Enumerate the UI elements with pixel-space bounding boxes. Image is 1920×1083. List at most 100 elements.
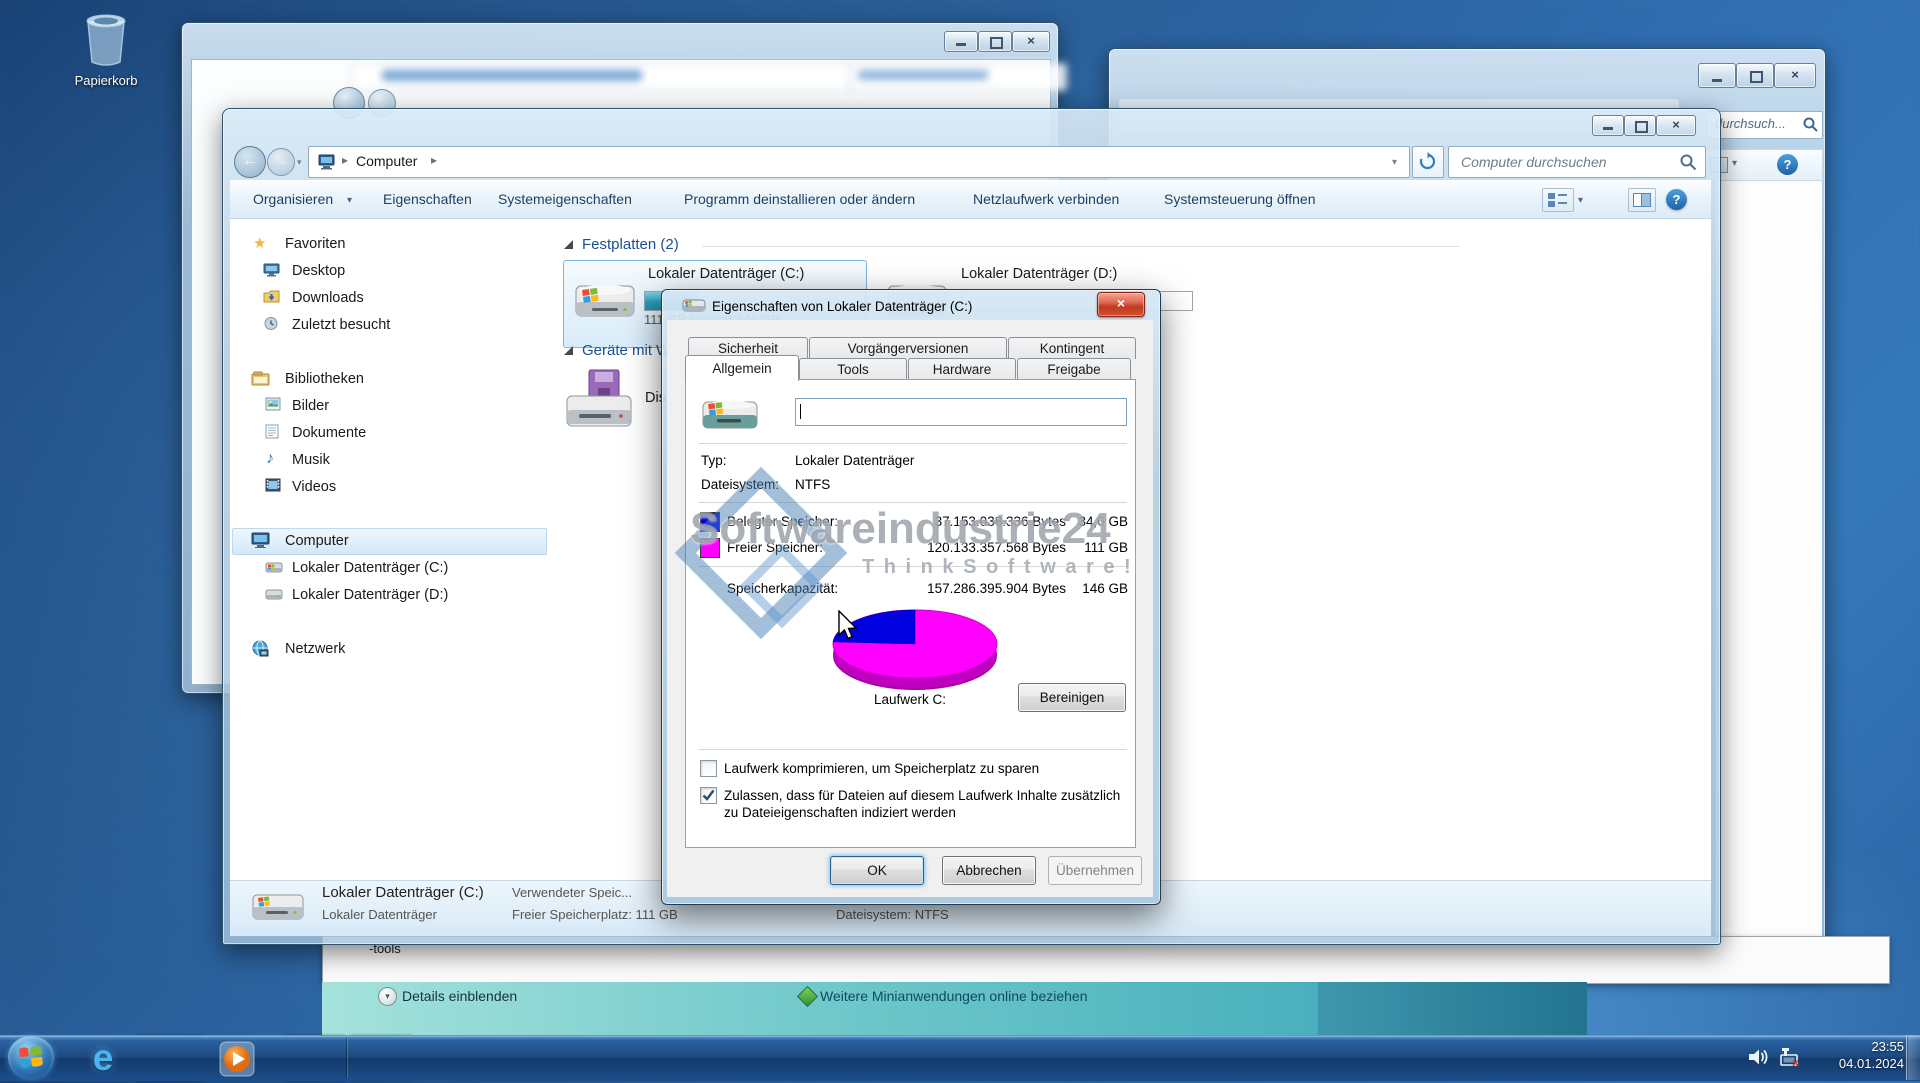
- toolbar-systemsteuerung[interactable]: Systemsteuerung öffnen: [1164, 191, 1316, 207]
- explorer-close-button[interactable]: ×: [1656, 115, 1696, 136]
- window-a-close-button[interactable]: ×: [1012, 31, 1050, 52]
- group-expand-icon[interactable]: [564, 240, 573, 249]
- checkmark-icon: [701, 788, 716, 803]
- refresh-button[interactable]: [1412, 146, 1444, 178]
- toolbar-programm-deinstallieren[interactable]: Programm deinstallieren oder ändern: [684, 191, 915, 207]
- ok-button[interactable]: OK: [830, 856, 924, 885]
- section-festplatten[interactable]: Festplatten (2): [582, 236, 679, 253]
- sidebar-item-drive-d[interactable]: Lokaler Datenträger (D:): [292, 587, 448, 604]
- computer-icon: [251, 532, 270, 548]
- back-button[interactable]: ←: [234, 146, 266, 178]
- recycle-bin-shortcut[interactable]: Papierkorb: [46, 8, 166, 100]
- crumb-arrow-icon: ▸: [342, 154, 348, 168]
- index-checkbox[interactable]: [700, 787, 717, 804]
- dateisystem-label: Dateisystem:: [701, 477, 779, 493]
- search-input[interactable]: Computer durchsuchen: [1448, 146, 1706, 178]
- address-bar[interactable]: ▸ Computer ▸ ▾: [308, 146, 1410, 178]
- recent-places-icon: [263, 316, 280, 331]
- chevron-down-icon[interactable]: ▾: [378, 987, 397, 1006]
- show-desktop-button[interactable]: [1906, 1035, 1920, 1080]
- dialog-drive-icon: [701, 394, 759, 438]
- sidebar-item-musik[interactable]: Musik: [292, 452, 330, 469]
- toolbar-systemeigenschaften[interactable]: Systemeigenschaften: [498, 191, 632, 207]
- text-caret: [800, 404, 801, 419]
- drive-d-tile-name[interactable]: Lokaler Datenträger (D:): [961, 266, 1117, 283]
- sidebar-item-bilder[interactable]: Bilder: [292, 398, 329, 415]
- gadget-gallery-footer: ▾ Details einblenden Weitere Minianwendu…: [322, 982, 1318, 1035]
- separator: [699, 749, 1127, 751]
- used-legend-swatch: [700, 512, 720, 532]
- tab-freigabe[interactable]: Freigabe: [1017, 358, 1131, 380]
- window-b-minimize-button[interactable]: [1698, 63, 1736, 88]
- group-expand-icon[interactable]: [564, 346, 573, 355]
- gadget-details-link[interactable]: Details einblenden: [402, 988, 517, 1004]
- breadcrumb[interactable]: Computer: [356, 153, 417, 169]
- documents-icon: [265, 424, 279, 439]
- details-filesystem: Dateisystem: NTFS: [836, 908, 949, 923]
- tab-allgemein-active[interactable]: Allgemein: [685, 355, 799, 381]
- toolbar-organisieren[interactable]: Organisieren: [253, 191, 333, 207]
- sidebar-item-zuletzt-besucht[interactable]: Zuletzt besucht: [292, 317, 390, 334]
- clock-time[interactable]: 23:55: [1828, 1040, 1904, 1055]
- explorer-maximize-button[interactable]: [1624, 115, 1656, 136]
- start-button[interactable]: [8, 1036, 54, 1079]
- view-selector-icon[interactable]: [1542, 188, 1574, 212]
- address-dropdown-icon[interactable]: ▾: [1392, 157, 1397, 169]
- internet-explorer-icon[interactable]: e: [80, 1038, 126, 1078]
- sidebar-item-bibliotheken[interactable]: Bibliotheken: [285, 371, 364, 388]
- clock-date[interactable]: 04.01.2024: [1828, 1057, 1904, 1072]
- window-b-search-input[interactable]: durchsuch...: [1707, 111, 1823, 139]
- sidebar-item-drive-c[interactable]: Lokaler Datenträger (C:): [292, 560, 448, 577]
- help-icon[interactable]: ?: [1666, 189, 1687, 210]
- sidebar-item-videos[interactable]: Videos: [292, 479, 336, 496]
- free-label: Freier Speicher:: [727, 540, 823, 556]
- capacity-bytes: 157.286.395.904 Bytes: [886, 581, 1066, 597]
- capacity-label: Speicherkapazität:: [727, 581, 838, 597]
- sidebar-item-favoriten[interactable]: Favoriten: [285, 236, 345, 253]
- chevron-down-icon[interactable]: ▾: [347, 195, 352, 207]
- toolbar-netzlaufwerk[interactable]: Netzlaufwerk verbinden: [973, 191, 1119, 207]
- window-b-maximize-button[interactable]: [1736, 63, 1774, 88]
- sidebar-item-dokumente[interactable]: Dokumente: [292, 425, 366, 442]
- chevron-down-icon[interactable]: ▾: [1732, 158, 1737, 170]
- window-a-minimize-button[interactable]: [944, 31, 978, 52]
- forward-button[interactable]: →: [267, 148, 295, 176]
- videos-icon: [265, 478, 281, 492]
- dialog-close-button[interactable]: ×: [1097, 292, 1145, 317]
- tab-tools[interactable]: Tools: [799, 358, 907, 380]
- volume-icon[interactable]: [1748, 1048, 1770, 1066]
- taskbar-wmp-button[interactable]: [216, 1040, 258, 1078]
- bereinigen-button[interactable]: Bereinigen: [1018, 683, 1126, 712]
- index-checkbox-label-1[interactable]: Zulassen, dass für Dateien auf diesem La…: [724, 788, 1120, 804]
- sidebar-item-downloads[interactable]: Downloads: [292, 290, 364, 307]
- network-status-icon[interactable]: ×: [1778, 1046, 1802, 1067]
- sidebar-item-desktop[interactable]: Desktop: [292, 263, 345, 280]
- gadget-more-link[interactable]: Weitere Minianwendungen online beziehen: [820, 988, 1087, 1004]
- toolbar-eigenschaften[interactable]: Eigenschaften: [383, 191, 472, 207]
- compress-checkbox[interactable]: [700, 760, 717, 777]
- explorer-minimize-button[interactable]: [1592, 115, 1624, 136]
- preview-pane-icon[interactable]: [1628, 188, 1656, 212]
- help-icon[interactable]: ?: [1777, 154, 1798, 175]
- separator: [699, 443, 1127, 445]
- drive-c-tile-icon: [572, 268, 638, 338]
- sidebar-item-computer[interactable]: Computer: [285, 533, 349, 550]
- blurred-content: [858, 70, 988, 80]
- star-icon: ★: [253, 235, 266, 252]
- tab-vorgaengerversionen[interactable]: Vorgängerversionen: [809, 337, 1007, 359]
- separator: [699, 566, 1127, 568]
- volume-name-input[interactable]: [795, 398, 1127, 426]
- tab-hardware[interactable]: Hardware: [908, 358, 1016, 380]
- drive-c-tile-name[interactable]: Lokaler Datenträger (C:): [648, 266, 804, 283]
- window-b-close-button[interactable]: ×: [1774, 63, 1816, 88]
- abbrechen-button[interactable]: Abbrechen: [942, 856, 1036, 885]
- window-a-maximize-button[interactable]: [978, 31, 1012, 52]
- sidebar-item-netzwerk[interactable]: Netzwerk: [285, 641, 345, 658]
- uebernehmen-button[interactable]: Übernehmen: [1048, 856, 1142, 885]
- chevron-down-icon[interactable]: ▾: [1578, 195, 1583, 207]
- tab-kontingent[interactable]: Kontingent: [1008, 337, 1136, 359]
- compress-checkbox-label[interactable]: Laufwerk komprimieren, um Speicherplatz …: [724, 761, 1039, 777]
- libraries-icon: [251, 370, 270, 386]
- details-free: Freier Speicherplatz: 111 GB: [512, 908, 678, 923]
- history-dropdown-icon[interactable]: ▾: [297, 157, 302, 167]
